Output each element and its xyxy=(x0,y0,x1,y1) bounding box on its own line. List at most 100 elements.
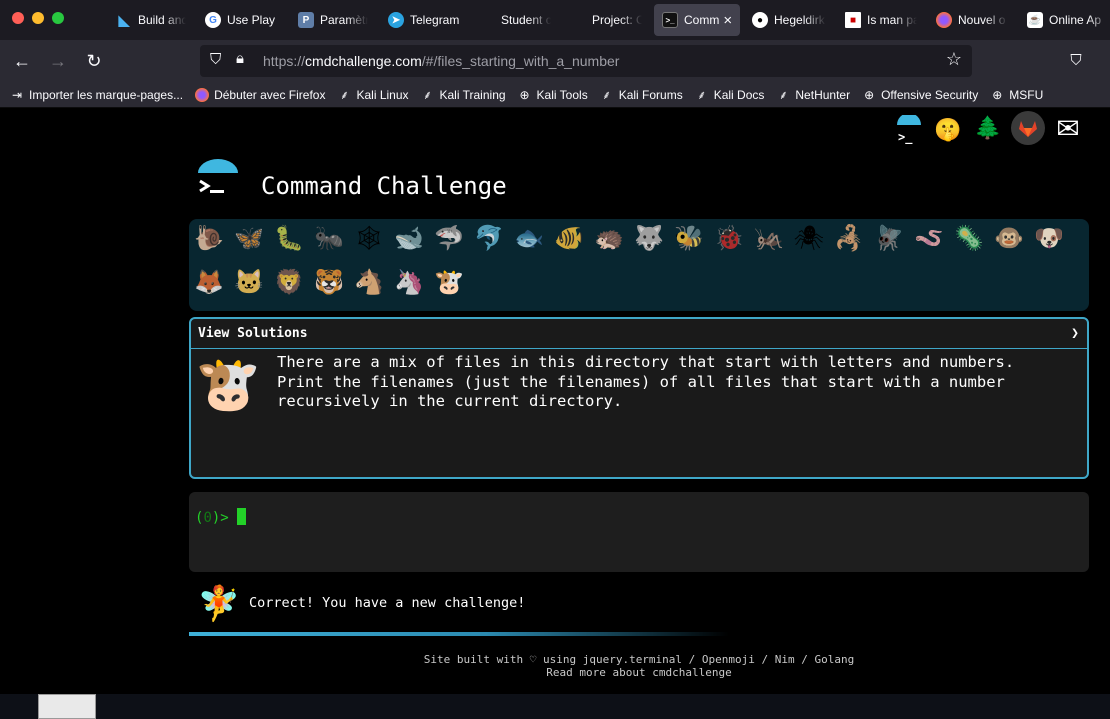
challenge-animal-icon[interactable]: 🕷 xyxy=(793,223,825,255)
terminal-icon: >_ xyxy=(662,12,678,28)
gitlab-icon[interactable] xyxy=(1011,111,1045,145)
challenge-animal-icon[interactable]: 🪱 xyxy=(913,223,945,255)
tab-student[interactable]: Student c xyxy=(479,4,551,36)
bookmark-item[interactable]: ⊕ MSFU xyxy=(990,88,1043,102)
challenge-animal-icon[interactable]: 🦈 xyxy=(433,223,465,255)
close-tab-icon[interactable]: × xyxy=(723,12,732,29)
url-bar[interactable]: ⛉ 🔒︎ https://cmdchallenge.com/#/files_st… xyxy=(200,45,972,77)
evergreen-tree-icon[interactable]: 🌲 xyxy=(971,111,1005,145)
challenge-animal-icon[interactable]: 🐯 xyxy=(313,267,345,299)
challenge-animal-icon[interactable]: 🐞 xyxy=(713,223,745,255)
bookmark-item[interactable]: ⊕ Offensive Security xyxy=(862,88,978,102)
challenge-animal-icon[interactable]: 🐠 xyxy=(553,223,585,255)
maximize-window-button[interactable] xyxy=(52,12,64,24)
view-solutions-toggle[interactable]: View Solutions ❯ xyxy=(191,319,1087,349)
challenge-progress-bar: 🐌 🦋 🐛 🐜 🕸 🐋 🦈 🐬 🐟 🐠 🦔 🐺 🐝 🐞 🦗 🕷 🦂 🪰 🪱 🦠 🐵 🐶 🦊 🐱 🦁 🐯 🐴 🦄 🐮 xyxy=(189,219,1089,311)
bookmark-item[interactable]: ⸙ Kali Forums xyxy=(600,88,683,102)
challenge-animal-icon[interactable]: 🕸 xyxy=(353,223,385,255)
challenge-animal-icon[interactable]: 🐱 xyxy=(233,267,265,299)
tab-parametres[interactable]: P Paramètr xyxy=(298,4,368,36)
challenge-animal-icon[interactable]: 🐶 xyxy=(1033,223,1065,255)
challenge-animal-icon[interactable]: 🦗 xyxy=(753,223,785,255)
challenge-animal-icon[interactable]: 🐌 xyxy=(193,223,225,255)
shield-icon[interactable]: ⛉ xyxy=(210,51,221,68)
bookmark-item[interactable]: ⊕ Kali Tools xyxy=(518,88,588,102)
challenge-animal-icon[interactable]: 🪰 xyxy=(873,223,905,255)
challenge-animal-icon[interactable]: 🐺 xyxy=(633,223,665,255)
tab-hegeldirk[interactable]: ● Hegeldirk xyxy=(752,4,826,36)
footer-credits[interactable]: Site built with ♡ using jquery.terminal … xyxy=(189,653,1089,666)
tab-nouvel-onglet[interactable]: Nouvel o xyxy=(936,4,1008,36)
challenge-animal-icon[interactable]: 🦔 xyxy=(593,223,625,255)
close-window-button[interactable] xyxy=(12,12,24,24)
challenge-animal-icon[interactable]: 🦊 xyxy=(193,267,225,299)
tab-build-and[interactable]: ◣ Build and xyxy=(116,4,186,36)
lock-icon[interactable]: 🔒︎ xyxy=(236,50,244,67)
prompt-count: 0 xyxy=(203,510,212,526)
challenge-animal-icon[interactable]: 🦋 xyxy=(233,223,265,255)
kali-icon: ⸙ xyxy=(602,87,612,102)
bookmark-label: Kali Training xyxy=(439,87,506,102)
challenge-animal-icon[interactable]: 🐝 xyxy=(673,223,705,255)
flutter-icon: ◣ xyxy=(118,11,130,28)
challenge-animal-icon[interactable]: 🦠 xyxy=(953,223,985,255)
bookmark-label: Kali Linux xyxy=(356,87,409,102)
tab-online-app[interactable]: ☕ Online Ap xyxy=(1027,4,1110,36)
challenge-animal-icon[interactable]: 🐴 xyxy=(353,267,385,299)
shushing-face-icon[interactable]: 🤫 xyxy=(931,113,965,147)
url-text[interactable]: https://cmdchallenge.com/#/files_startin… xyxy=(263,53,619,69)
java-icon: ☕ xyxy=(1027,12,1043,28)
window-thumbnail[interactable] xyxy=(38,694,96,719)
github-icon: ● xyxy=(752,12,768,28)
tab-label: Use Play xyxy=(227,13,276,27)
bookmark-label: Kali Tools xyxy=(536,87,588,102)
challenge-animal-icon[interactable]: 🐵 xyxy=(993,223,1025,255)
challenge-animal-icon[interactable]: 🐋 xyxy=(393,223,425,255)
envelope-icon[interactable]: ✉ xyxy=(1051,111,1085,145)
tab-telegram[interactable]: ➤ Telegram xyxy=(388,4,468,36)
bookmark-item[interactable]: ⸙ Kali Linux xyxy=(337,87,409,102)
tab-command-challenge[interactable]: >_ Comm × xyxy=(654,4,740,36)
fairy-icon: 🧚 xyxy=(197,585,241,623)
tab-project[interactable]: Project: C xyxy=(570,4,642,36)
settings-doc-icon: P xyxy=(298,12,314,28)
pocket-icon[interactable]: ⛉ xyxy=(1065,50,1087,72)
bookmark-star-icon[interactable]: ☆ xyxy=(946,49,962,70)
globe-icon: ⊕ xyxy=(519,87,530,102)
firefox-icon xyxy=(936,12,952,28)
reload-icon[interactable]: ↻ xyxy=(83,50,105,72)
url-path: /#/files_starting_with_a_number xyxy=(421,53,620,69)
challenge-description: There are a mix of files in this directo… xyxy=(277,353,1067,412)
status-message-row: 🧚 Correct! You have a new challenge! xyxy=(189,582,1089,628)
bookmark-item[interactable]: ⇥ Importer les marque-pages... xyxy=(10,88,183,102)
back-arrow-icon[interactable]: ← xyxy=(11,50,33,72)
tab-use-play[interactable]: G Use Play xyxy=(205,4,277,36)
challenge-animal-icon[interactable]: 🐟 xyxy=(513,223,545,255)
tab-label: Comm xyxy=(684,13,720,27)
challenge-animal-icon[interactable]: 🐛 xyxy=(273,223,305,255)
status-message: Correct! You have a new challenge! xyxy=(249,595,526,611)
challenge-animal-icon[interactable]: 🐜 xyxy=(313,223,345,255)
challenge-animal-icon[interactable]: 🦂 xyxy=(833,223,865,255)
terminal-cursor xyxy=(237,508,246,525)
browser-nav-bar: ← → ↻ ⛉ 🔒︎ https://cmdchallenge.com/#/fi… xyxy=(0,40,1110,82)
challenge-animal-icon[interactable]: 🐬 xyxy=(473,223,505,255)
bookmarks-bar: ⇥ Importer les marque-pages... Débuter av… xyxy=(0,82,1110,108)
blank-icon xyxy=(479,12,495,28)
bookmark-item[interactable]: ⸙ NetHunter xyxy=(776,88,850,102)
challenge-animal-icon[interactable]: 🦁 xyxy=(273,267,305,299)
cmd-logo-icon[interactable]: >_ xyxy=(892,113,926,147)
bookmark-label: Débuter avec Firefox xyxy=(214,87,326,102)
forward-arrow-icon[interactable]: → xyxy=(47,50,69,72)
minimize-window-button[interactable] xyxy=(32,12,44,24)
overflow-menu-icon[interactable]: | xyxy=(1100,50,1110,72)
bookmark-item[interactable]: ⸙ Kali Training xyxy=(421,88,506,102)
tab-is-man-page[interactable]: ■ Is man pa xyxy=(845,4,917,36)
bookmark-item[interactable]: ⸙ Kali Docs xyxy=(695,88,764,102)
footer-about-link[interactable]: Read more about cmdchallenge xyxy=(189,666,1089,679)
challenge-animal-icon[interactable]: 🦄 xyxy=(393,267,425,299)
url-scheme: https:// xyxy=(263,53,306,69)
terminal-input[interactable]: (0)> xyxy=(189,492,1089,572)
bookmark-item[interactable]: Débuter avec Firefox xyxy=(195,87,326,102)
challenge-animal-icon[interactable]: 🐮 xyxy=(433,267,465,299)
